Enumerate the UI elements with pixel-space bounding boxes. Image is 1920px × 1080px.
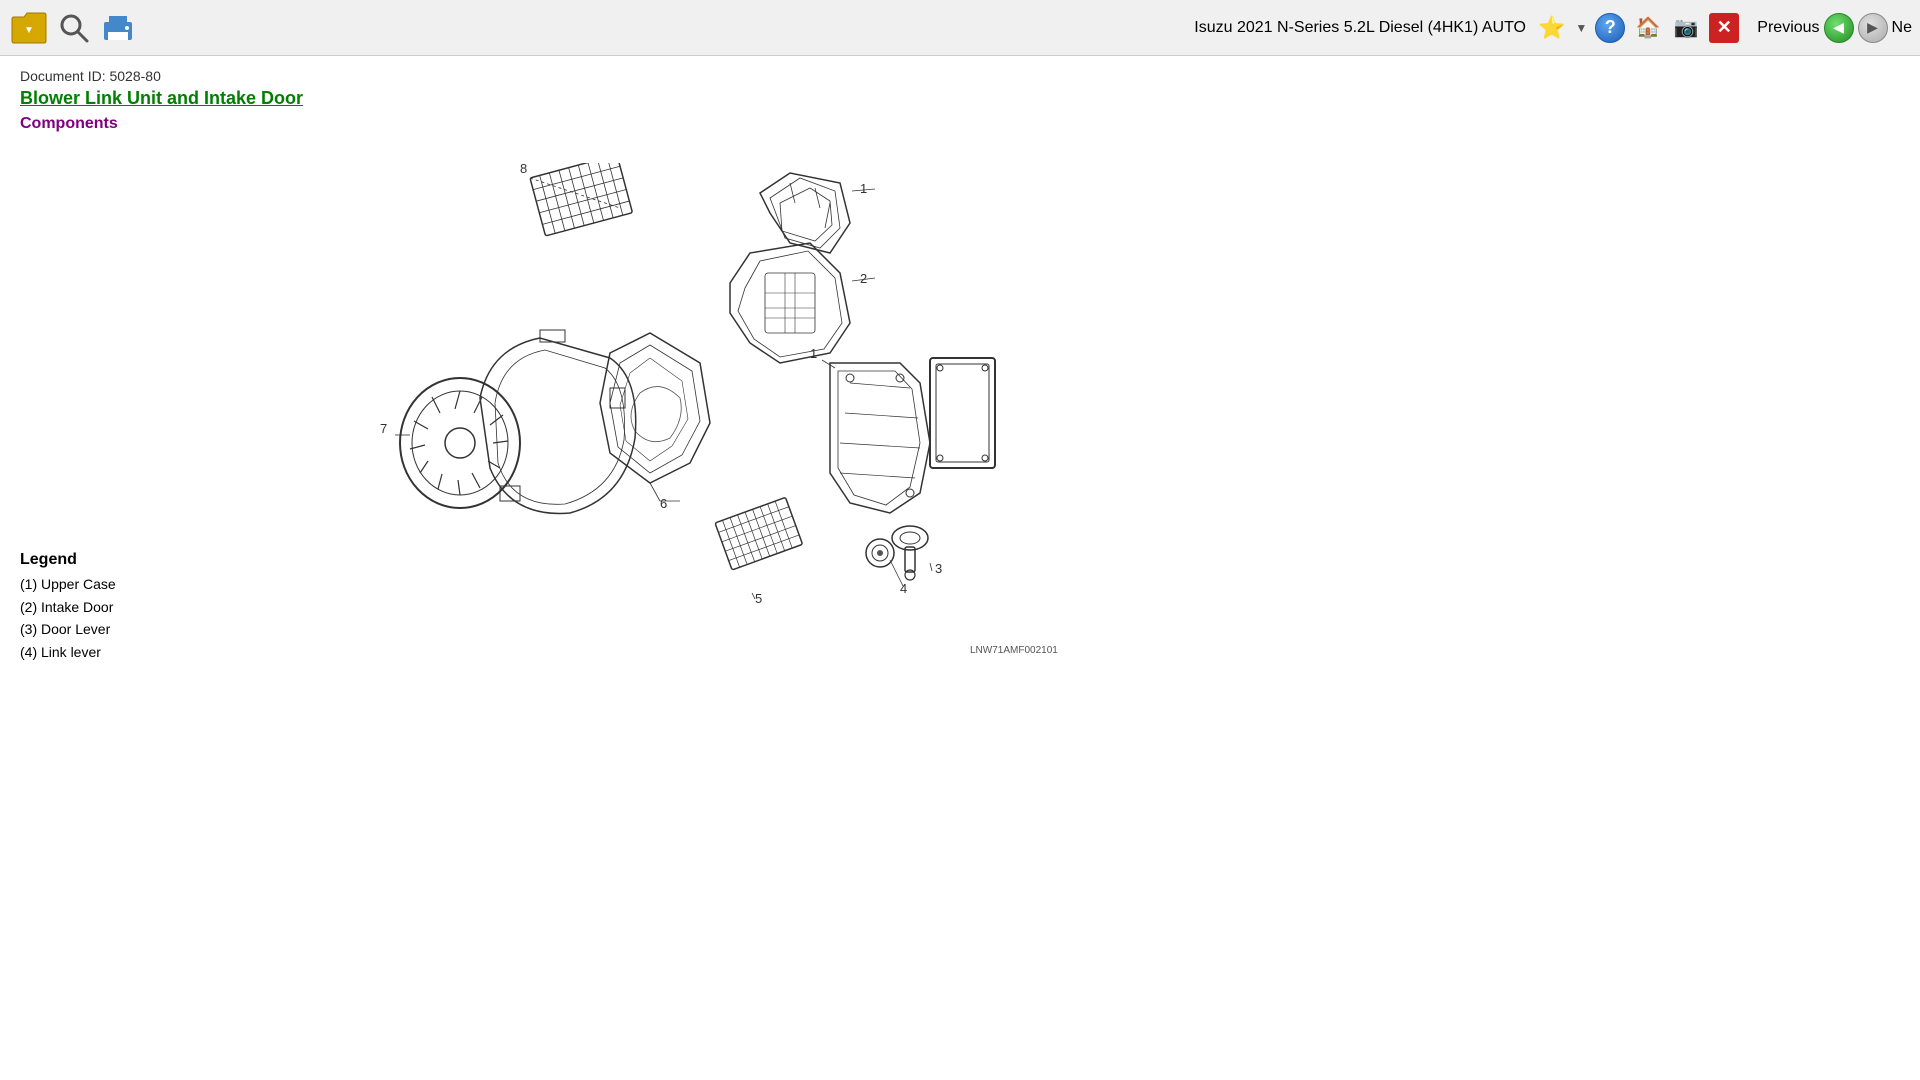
diagram-area: 8 1 (20, 143, 1900, 703)
previous-button[interactable]: ◀ (1824, 13, 1854, 43)
legend-title: Legend (20, 551, 116, 569)
content-area: Document ID: 5028-80 Blower Link Unit an… (0, 56, 1920, 715)
folder-button[interactable]: ▼ (8, 9, 50, 47)
toolbar-left: ▼ (8, 9, 138, 47)
document-id: Document ID: 5028-80 (20, 68, 1900, 84)
svg-text:2: 2 (860, 271, 867, 286)
home-button[interactable]: 🏠 (1633, 13, 1663, 43)
svg-text:1: 1 (860, 181, 867, 196)
toolbar: ▼ Isuzu 2021 N-Series 5.2L Diesel (4HK1)… (0, 0, 1920, 56)
legend: Legend (1) Upper Case (2) Intake Door (3… (20, 551, 116, 663)
svg-text:1: 1 (810, 346, 817, 361)
legend-item-3: (3) Door Lever (20, 618, 116, 640)
toolbar-right: Isuzu 2021 N-Series 5.2L Diesel (4HK1) A… (1194, 13, 1912, 43)
svg-text:LNW71AMF002101: LNW71AMF002101 (970, 645, 1058, 656)
legend-item-2: (2) Intake Door (20, 596, 116, 618)
svg-text:6: 6 (660, 496, 667, 511)
help-button[interactable]: ? (1595, 13, 1625, 43)
camera-button[interactable]: 📷 (1671, 13, 1701, 43)
print-button[interactable] (98, 10, 138, 46)
star-dropdown-arrow[interactable]: ▼ (1575, 21, 1587, 35)
legend-item-4: (4) Link lever (20, 641, 116, 663)
previous-label: Previous (1757, 19, 1819, 37)
close-button[interactable]: ✕ (1709, 13, 1739, 43)
svg-text:7: 7 (380, 421, 387, 436)
svg-text:4: 4 (900, 581, 907, 596)
legend-item-1: (1) Upper Case (20, 573, 116, 595)
star-icon[interactable]: ⭐ (1538, 15, 1565, 41)
search-button[interactable] (56, 10, 92, 46)
next-label: Ne (1892, 19, 1912, 37)
document-title[interactable]: Blower Link Unit and Intake Door (20, 88, 1900, 109)
exploded-diagram: 8 1 (370, 163, 1070, 663)
next-button[interactable]: ▶ (1858, 13, 1888, 43)
svg-text:3: 3 (935, 561, 942, 576)
section-header: Components (20, 115, 1900, 133)
svg-text:5: 5 (755, 591, 762, 606)
svg-text:8: 8 (520, 163, 527, 176)
svg-text:▼: ▼ (24, 25, 34, 36)
vehicle-label: Isuzu 2021 N-Series 5.2L Diesel (4HK1) A… (1194, 19, 1526, 37)
